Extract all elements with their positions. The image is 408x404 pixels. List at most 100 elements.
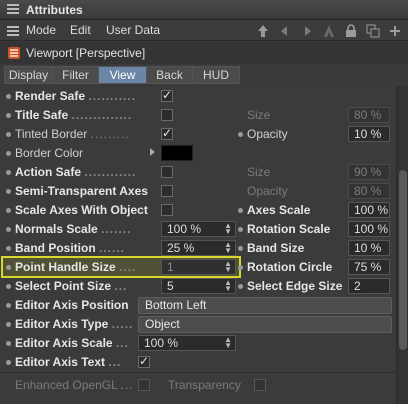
scrollbar-thumb[interactable] xyxy=(399,170,407,350)
tab-hud[interactable]: HUD xyxy=(192,66,240,84)
tab-display[interactable]: Display xyxy=(4,66,52,84)
normals-scale-field[interactable]: 100 % ▲ ▼ xyxy=(161,221,236,237)
lock-icon[interactable] xyxy=(344,24,358,38)
rotation-circle-field[interactable]: 75 % xyxy=(348,259,390,275)
transparency-label: Transparency xyxy=(168,378,241,392)
editor-axis-type-label: Editor Axis Type ..... xyxy=(15,317,134,331)
title-safe-checkbox[interactable] xyxy=(161,109,173,121)
param-bullet xyxy=(6,265,11,270)
panel-scrollbar[interactable] xyxy=(396,86,408,404)
row-semi-transparent-axes: Semi-Transparent Axes Opacity 80 % xyxy=(0,182,396,201)
editor-axis-scale-field[interactable]: 100 % ▲ ▼ xyxy=(138,335,236,351)
menu-lines-icon[interactable] xyxy=(7,25,19,36)
rotation-scale-field[interactable]: 100 % xyxy=(348,221,390,237)
param-bullet xyxy=(238,227,243,232)
render-safe-checkbox[interactable] xyxy=(161,88,173,102)
person-icon[interactable] xyxy=(322,24,336,38)
menu-bar: Mode Edit User Data xyxy=(0,20,408,41)
param-bullet xyxy=(238,132,243,137)
grid-icon xyxy=(7,4,19,14)
tab-back[interactable]: Back xyxy=(146,66,192,84)
tab-filter[interactable]: Filter xyxy=(52,66,98,84)
stepper-arrows-icon[interactable]: ▲ ▼ xyxy=(224,241,232,255)
menu-user-data[interactable]: User Data xyxy=(106,23,160,37)
select-edge-field[interactable]: 2 xyxy=(348,278,390,294)
scale-axes-checkbox[interactable] xyxy=(161,204,173,216)
nav-back-icon[interactable] xyxy=(278,24,292,38)
row-editor-axis-text: Editor Axis Text ... xyxy=(0,353,396,372)
title-safe-label: Title Safe .............. xyxy=(15,108,133,122)
enhanced-opengl-checkbox[interactable] xyxy=(138,379,150,391)
action-safe-checkbox[interactable] xyxy=(161,166,173,178)
object-title: Viewport [Perspective] xyxy=(26,46,146,60)
stepper-arrows-icon[interactable]: ▲ ▼ xyxy=(224,279,232,293)
param-bullet xyxy=(6,208,11,213)
border-color-swatch[interactable] xyxy=(161,145,193,161)
section-divider xyxy=(0,372,396,373)
rotation-scale-label: Rotation Scale xyxy=(247,222,331,236)
row-select-point-size: Select Point Size ... 5 ▲ ▼ Select Edge Si… xyxy=(0,277,396,296)
title-safe-size-field[interactable]: 80 % xyxy=(348,107,390,123)
attributes-panel: Render Safe ........... Title Safe .....… xyxy=(0,86,396,404)
stepper-arrows-icon[interactable]: ▲ ▼ xyxy=(224,260,232,274)
normals-scale-label: Normals Scale ....... xyxy=(15,222,132,236)
param-bullet xyxy=(238,208,243,213)
param-bullet xyxy=(6,322,11,327)
param-bullet xyxy=(6,189,11,194)
expand-arrow-icon[interactable] xyxy=(150,148,155,156)
band-size-field[interactable]: 10 % xyxy=(348,240,390,256)
opacity-field[interactable]: 10 % xyxy=(348,126,390,142)
stepper-arrows-icon[interactable]: ▲ ▼ xyxy=(224,222,232,236)
semi-axes-checkbox[interactable] xyxy=(161,185,173,197)
semi-axes-label: Semi-Transparent Axes xyxy=(15,184,148,198)
param-bullet xyxy=(6,113,11,118)
row-editor-axis-scale: Editor Axis Scale ... 100 % ▲ ▼ xyxy=(0,334,396,353)
menu-mode[interactable]: Mode xyxy=(26,23,56,37)
window-titlebar: Attributes xyxy=(0,0,408,20)
row-point-handle-size: Point Handle Size .... 1 ▲ ▼ Rotation Circ… xyxy=(0,258,396,277)
menu-edit[interactable]: Edit xyxy=(70,23,91,37)
select-point-label: Select Point Size ... xyxy=(15,279,128,293)
editor-axis-text-label: Editor Axis Text ... xyxy=(15,355,122,369)
param-bullet xyxy=(6,360,11,365)
tab-bar: Display Filter View Back HUD xyxy=(4,66,240,84)
editor-axis-position-label: Editor Axis Position xyxy=(15,298,129,312)
stepper-arrows-icon[interactable]: ▲ ▼ xyxy=(224,336,232,350)
action-safe-label: Action Safe ............ xyxy=(15,165,137,179)
plus-icon[interactable] xyxy=(388,24,402,38)
toolbar-icons xyxy=(256,22,402,40)
row-border-color: Border Color xyxy=(0,144,396,163)
editor-axis-position-dropdown[interactable]: Bottom Left xyxy=(138,297,392,314)
param-bullet xyxy=(6,94,11,99)
scale-axes-label: Scale Axes With Object xyxy=(15,203,148,217)
opacity-label: Opacity xyxy=(247,127,288,141)
transparency-checkbox[interactable] xyxy=(254,379,266,391)
row-title-safe: Title Safe .............. Size 80 % xyxy=(0,106,396,125)
row-editor-axis-position: Editor Axis Position Bottom Left xyxy=(0,296,396,315)
tab-view[interactable]: View xyxy=(98,66,146,84)
editor-axis-scale-label: Editor Axis Scale ... xyxy=(15,336,129,350)
param-bullet xyxy=(6,227,11,232)
arrow-up-icon[interactable] xyxy=(256,24,270,38)
window-title: Attributes xyxy=(26,3,83,17)
copy-icon[interactable] xyxy=(366,24,380,38)
render-safe-label: Render Safe ........... xyxy=(15,89,137,103)
band-position-field[interactable]: 25 % ▲ ▼ xyxy=(161,240,236,256)
point-handle-label: Point Handle Size .... xyxy=(15,260,137,274)
title-safe-size-label: Size xyxy=(247,108,271,122)
tinted-border-label: Tinted Border ......... xyxy=(15,127,130,141)
tinted-border-checkbox[interactable] xyxy=(161,126,173,140)
row-editor-axis-type: Editor Axis Type ..... Object xyxy=(0,315,396,334)
select-point-field[interactable]: 5 ▲ ▼ xyxy=(161,278,236,294)
axes-scale-field[interactable]: 100 % xyxy=(348,202,390,218)
action-safe-size-field[interactable]: 90 % xyxy=(348,164,390,180)
param-bullet xyxy=(6,341,11,346)
row-action-safe: Action Safe ............ Size 90 % xyxy=(0,163,396,182)
point-handle-field[interactable]: 1 ▲ ▼ xyxy=(161,259,236,275)
nav-forward-icon[interactable] xyxy=(300,24,314,38)
action-safe-size-label: Size xyxy=(247,165,271,179)
axes-scale-label: Axes Scale xyxy=(247,203,311,217)
editor-axis-text-checkbox[interactable] xyxy=(138,354,150,368)
editor-axis-type-dropdown[interactable]: Object xyxy=(138,316,392,333)
semi-opacity-field[interactable]: 80 % xyxy=(348,183,390,199)
